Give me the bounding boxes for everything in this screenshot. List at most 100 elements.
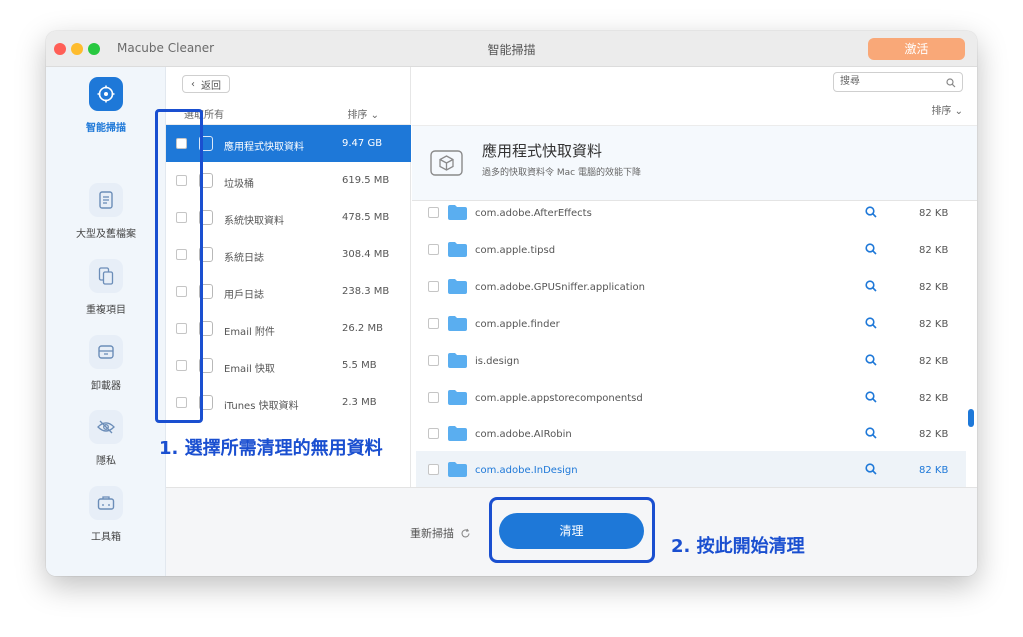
detail-subtitle: 過多的快取資料令 Mac 電腦的效能下降 [482, 168, 641, 178]
file-row[interactable]: com.apple.finder 82 KB [416, 315, 966, 352]
magnifier-icon[interactable] [865, 206, 877, 221]
detail-title: 應用程式快取資料 [482, 142, 603, 160]
folder-icon [448, 205, 467, 220]
cube-box-icon [430, 148, 463, 176]
file-row[interactable]: com.adobe.GPUSniffer.application 82 KB [416, 278, 966, 315]
file-name: com.adobe.GPUSniffer.application [475, 282, 645, 293]
sidebar: 智能掃描 大型及舊檔案 重複項目 卸載器 隱私 工具箱 [46, 67, 166, 576]
magnifier-icon[interactable] [865, 354, 877, 369]
magnifier-icon[interactable] [865, 280, 877, 295]
category-size: 26.2 MB [342, 323, 383, 334]
file-name: com.apple.tipsd [475, 245, 556, 256]
file-size: 82 KB [919, 282, 949, 293]
sidebar-item-uninstaller[interactable]: 卸載器 [46, 335, 166, 392]
refresh-icon [461, 528, 470, 537]
magnifier-icon[interactable] [865, 243, 877, 258]
file-size: 82 KB [919, 429, 949, 440]
window-title: 智能掃描 [487, 43, 536, 57]
detail-header: 應用程式快取資料 過多的快取資料令 Mac 電腦的效能下降 [412, 126, 977, 201]
file-row[interactable]: com.apple.appstorecomponentsd 82 KB [416, 389, 966, 426]
sidebar-item-label: 卸載器 [91, 381, 121, 392]
document-icon [89, 183, 123, 217]
sidebar-item-toolbox[interactable]: 工具箱 [46, 486, 166, 543]
back-button[interactable]: ‹ 返回 [182, 75, 230, 93]
back-label: 返回 [201, 80, 221, 92]
sidebar-item-label: 隱私 [96, 456, 116, 467]
category-name: 應用程式快取資料 [224, 142, 304, 153]
magnifier-icon[interactable] [865, 391, 877, 406]
file-size: 82 KB [919, 356, 949, 367]
checkbox[interactable] [428, 318, 439, 329]
file-row-highlighted[interactable]: com.adobe.InDesign 82 KB [416, 451, 966, 487]
annotation-box-checkboxes [155, 109, 203, 423]
checkbox[interactable] [428, 207, 439, 218]
file-row[interactable]: is.design 82 KB [416, 352, 966, 389]
sidebar-item-smart-scan[interactable]: 智能掃描 [46, 77, 166, 134]
file-name: com.adobe.InDesign [475, 465, 578, 476]
sidebar-item-label: 智能掃描 [86, 123, 126, 134]
category-size: 9.47 GB [342, 138, 383, 149]
category-name: 系統快取資料 [224, 216, 284, 227]
file-size: 82 KB [919, 393, 949, 404]
file-row[interactable]: com.apple.tipsd 82 KB [416, 241, 966, 278]
checkbox[interactable] [428, 464, 439, 475]
category-size: 5.5 MB [342, 360, 377, 371]
toolbox-icon [89, 486, 123, 520]
search-placeholder: 搜尋 [840, 76, 860, 87]
rescan-button[interactable]: 重新掃描 [410, 525, 471, 541]
folder-icon [448, 279, 467, 294]
magnifier-icon[interactable] [865, 317, 877, 332]
folder-icon [448, 353, 467, 368]
duplicate-icon [89, 259, 123, 293]
right-sort-dropdown[interactable]: 排序 ⌄ [931, 102, 963, 117]
scrollbar-thumb[interactable] [968, 409, 974, 427]
annotation-step-1: 1. 選擇所需清理的無用資料 [159, 438, 383, 459]
chevron-left-icon: ‹ [191, 78, 195, 90]
category-name: Email 附件 [224, 327, 275, 338]
category-name: Email 快取 [224, 364, 275, 375]
category-name: 用戶日誌 [224, 290, 264, 301]
file-name: is.design [475, 356, 520, 367]
eye-off-icon [89, 410, 123, 444]
search-icon [946, 77, 956, 95]
folder-icon [448, 426, 467, 441]
file-size: 82 KB [919, 465, 949, 476]
sidebar-item-large-old-files[interactable]: 大型及舊檔案 [46, 183, 166, 240]
sidebar-item-privacy[interactable]: 隱私 [46, 410, 166, 467]
checkbox[interactable] [428, 355, 439, 366]
category-name: 系統日誌 [224, 253, 264, 264]
file-name: com.adobe.AfterEffects [475, 208, 592, 219]
file-name: com.apple.appstorecomponentsd [475, 393, 643, 404]
annotation-step-2: 2. 按此開始清理 [671, 536, 805, 557]
checkbox[interactable] [428, 428, 439, 439]
file-size: 82 KB [919, 245, 949, 256]
category-size: 478.5 MB [342, 212, 390, 223]
target-icon [89, 77, 123, 111]
file-name: com.adobe.AIRobin [475, 429, 572, 440]
file-size: 82 KB [919, 319, 949, 330]
category-size: 619.5 MB [342, 175, 390, 186]
file-name: com.apple.finder [475, 319, 560, 330]
folder-icon [448, 316, 467, 331]
category-name: 垃圾桶 [224, 179, 254, 190]
sidebar-item-label: 重複項目 [86, 305, 126, 316]
sidebar-item-label: 大型及舊檔案 [76, 229, 136, 240]
file-size: 82 KB [919, 208, 949, 219]
magnifier-icon[interactable] [865, 463, 877, 478]
activate-button[interactable]: 激活 [868, 38, 965, 60]
category-size: 308.4 MB [342, 249, 390, 260]
sort-dropdown[interactable]: 排序 ⌄ [347, 106, 379, 121]
search-input[interactable]: 搜尋 [833, 72, 963, 92]
checkbox[interactable] [428, 392, 439, 403]
category-name: iTunes 快取資料 [224, 401, 299, 412]
rescan-label: 重新掃描 [410, 527, 454, 540]
category-size: 2.3 MB [342, 397, 377, 408]
sidebar-item-label: 工具箱 [91, 532, 121, 543]
folder-icon [448, 462, 467, 477]
checkbox[interactable] [428, 281, 439, 292]
file-row[interactable]: com.adobe.AfterEffects 82 KB [416, 204, 966, 241]
checkbox[interactable] [428, 244, 439, 255]
annotation-box-clean [489, 497, 655, 563]
sidebar-item-duplicates[interactable]: 重複項目 [46, 259, 166, 316]
magnifier-icon[interactable] [865, 427, 877, 442]
